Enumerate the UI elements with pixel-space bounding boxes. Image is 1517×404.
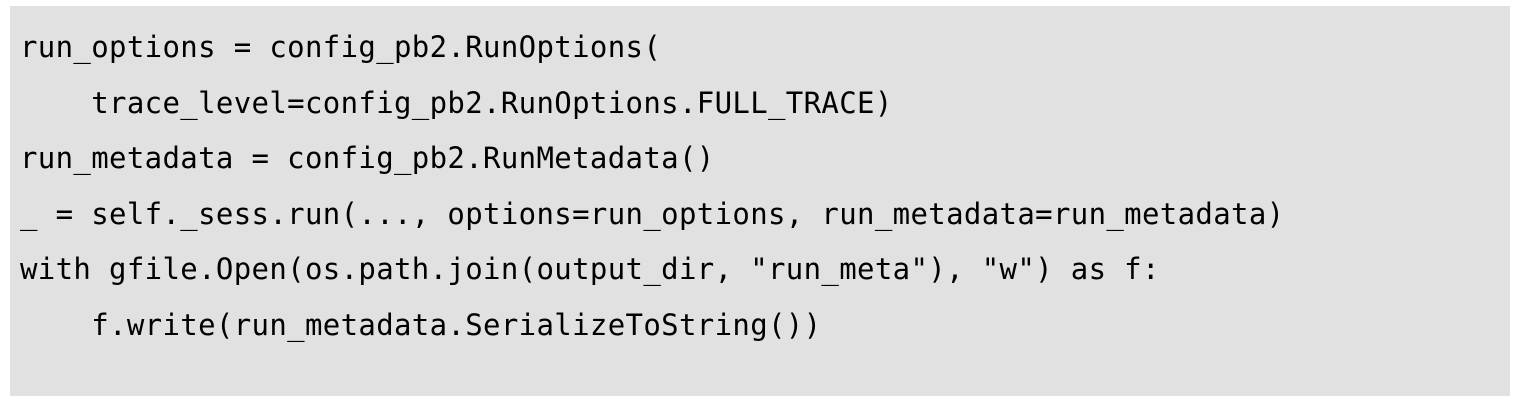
code-line: f.write(run_metadata.SerializeToString()… xyxy=(20,307,822,342)
code-line: run_options = config_pb2.RunOptions( xyxy=(20,30,662,64)
code-line: _ = self._sess.run(..., options=run_opti… xyxy=(20,196,1285,231)
code-line: trace_level=config_pb2.RunOptions.FULL_T… xyxy=(20,85,893,120)
code-line: with gfile.Open(os.path.join(output_dir,… xyxy=(20,252,1160,286)
code-line: run_metadata = config_pb2.RunMetadata() xyxy=(20,141,715,175)
code-block: run_options = config_pb2.RunOptions( tra… xyxy=(10,6,1510,396)
